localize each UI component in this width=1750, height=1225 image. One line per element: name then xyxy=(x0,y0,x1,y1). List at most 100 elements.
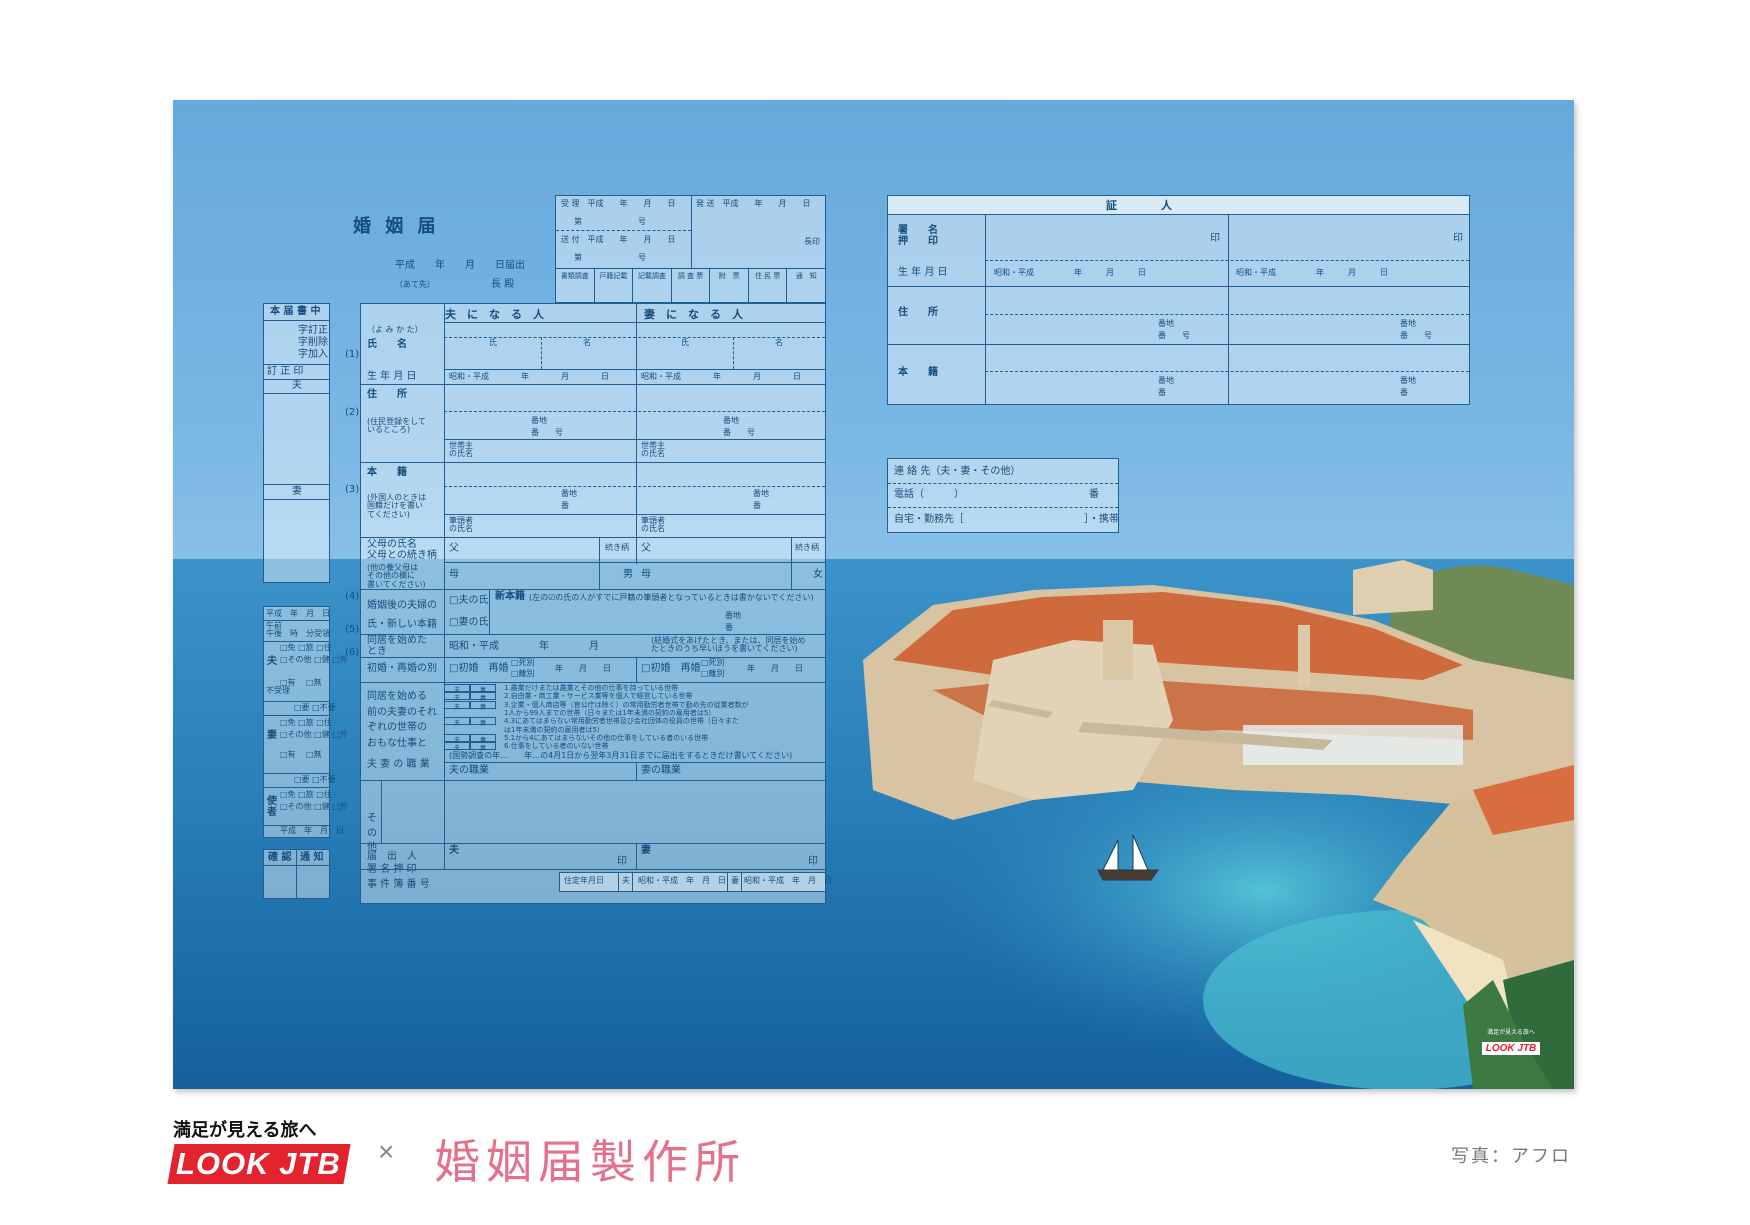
wife-honseki-ban: 番 xyxy=(753,501,761,510)
row-first-marriage: 初婚・再婚の別 xyxy=(367,663,437,674)
wife-death[interactable]: □死別 xyxy=(701,658,725,667)
badge-logo: LOOK JTB xyxy=(1481,1042,1541,1056)
husband-divorce-date: 年 月 日 xyxy=(555,664,611,673)
wife-setainushi: 世帯主 の氏名 xyxy=(641,441,665,459)
residence-h-date: 昭和・平成 年 月 日 xyxy=(638,876,726,885)
reception-col: 通 知 xyxy=(786,268,825,302)
witness1-birth: 昭和・平成 年 月 日 xyxy=(994,268,1146,277)
wife-surname-check[interactable]: □妻の氏 xyxy=(449,617,488,629)
residence-w: 妻 xyxy=(731,876,739,885)
wife-mother: 母 xyxy=(641,569,651,580)
work-wife-box[interactable]: 妻 xyxy=(470,717,496,727)
wife-divorce[interactable]: □離別 xyxy=(701,669,725,678)
panel-husband: 夫 xyxy=(292,380,302,391)
work-option[interactable]: 夫妻 4.3にあてはまらない常用勤労者世帯及び会社団体の役員の世帯（日々また xyxy=(444,717,824,727)
wife-female: 女 xyxy=(813,569,823,580)
work-husband-box[interactable]: 夫 xyxy=(444,700,470,711)
husband-birth: 昭和・平成 年 月 日 xyxy=(449,372,609,381)
parents-note: (他の養父母は その他の欄に 書いてください) xyxy=(367,563,426,589)
reception-no2: 第 号 xyxy=(574,253,646,262)
work-wife-box[interactable]: 妻 xyxy=(470,700,496,711)
jtb-badge: 満足が見える旅へ LOOK JTB xyxy=(1475,1029,1547,1062)
witness2-banchi: 番地 xyxy=(1400,319,1416,328)
receipt-panel: 平成 年 月 日 午前 午後 時 分受領 夫 □免 □旅 □住 □その他 □健 … xyxy=(263,606,348,838)
panel-head: 本 届 書 中 xyxy=(270,306,321,317)
row-address: 住 所 xyxy=(367,389,407,400)
work-wife-box[interactable]: 妻 xyxy=(470,692,496,702)
side-num-2: (2) xyxy=(345,407,360,418)
col-wife: 妻 に な る 人 xyxy=(644,308,743,321)
reception-col: 記載調査 xyxy=(632,268,671,302)
work-option-text: 6.仕事をしている者のいない世帯 xyxy=(504,742,609,751)
work-husband-box[interactable]: 夫 xyxy=(444,684,470,694)
work-husband-box[interactable]: 夫 xyxy=(444,717,470,727)
residence-h: 夫 xyxy=(622,876,630,885)
work-wife-box xyxy=(470,726,496,734)
receipt-messenger: 使 者 xyxy=(267,796,277,818)
work-options: 夫妻 1.農業だけまたは農業とその他の仕事を持っている世帯夫妻 2.自由業・商工業・… xyxy=(444,684,824,752)
receipt-yes-w: □有 xyxy=(280,750,296,759)
witness-birth: 生 年 月 日 xyxy=(898,267,948,278)
husband-first-marriage[interactable]: □初婚 再婚 xyxy=(449,663,508,675)
reception-col: 調 査 票 xyxy=(670,268,710,302)
wife-ban: 番 号 xyxy=(723,428,755,437)
form-title: 婚 姻 届 xyxy=(353,216,440,237)
work-husband-box xyxy=(444,709,470,717)
work-wife-box[interactable]: 妻 xyxy=(470,684,496,694)
husband-mei: 名 xyxy=(583,338,591,347)
new-honseki-ban: 番 xyxy=(725,623,733,632)
residence-w-date: 昭和・平成 年 月 日 xyxy=(744,876,832,885)
witness-title: 証 人 xyxy=(1106,199,1172,212)
husband-setainushi: 世帯主 の氏名 xyxy=(449,441,473,459)
new-honseki-label: 新本籍 xyxy=(495,591,525,602)
wife-honseki-banchi: 番地 xyxy=(753,489,769,498)
husband-mother: 母 xyxy=(449,569,459,580)
husband-surname-check[interactable]: □夫の氏 xyxy=(449,595,488,607)
residence-date-label: 住定年月日 xyxy=(564,876,604,885)
cohabit-date: 昭和・平成 年 月 xyxy=(449,641,599,652)
reception-col: 書類調査 xyxy=(560,272,589,280)
marriage-form-poster: 本 届 書 中 字訂正 字削除 字加入 訂 正 印 夫 妻 平成 年 月 日 午… xyxy=(173,100,1574,1089)
witness-sign: 署 名 押 印 xyxy=(898,225,938,247)
char-delete: 字削除 xyxy=(298,337,328,348)
work-husband-box[interactable]: 夫 xyxy=(444,742,470,752)
row-parents: 父母の氏名 父母との続き柄 xyxy=(367,539,437,561)
receipt-date: 平成 年 月 日 xyxy=(266,609,330,618)
filer-wife: 妻 xyxy=(641,845,651,856)
witness-address: 住 所 xyxy=(898,307,938,318)
work-wife-box[interactable]: 妻 xyxy=(470,742,496,752)
row-job: 夫 妻 の 職 業 xyxy=(367,759,430,770)
side-num-5: (5) xyxy=(345,624,360,635)
receipt-wife: 妻 xyxy=(267,730,277,741)
side-num-1: (1) xyxy=(345,349,360,360)
reception-col: 附 票 xyxy=(709,268,748,302)
wife-first-marriage[interactable]: □初婚 再婚 xyxy=(641,663,700,675)
footer-credit: 写真：アフロ xyxy=(1451,1146,1571,1166)
husband-shi: 氏 xyxy=(489,338,497,347)
row-filer: 届 出 人 署 名 押 印 xyxy=(367,851,417,875)
contact-phone: 電話（ ） 番 xyxy=(894,489,1099,500)
receipt-opts-u2: □その他 □健 □外 xyxy=(280,802,348,811)
receipt-husband: 夫 xyxy=(267,656,277,667)
receipt-opts-h2: □その他 □健 □外 xyxy=(280,655,348,664)
wife-birth: 昭和・平成 年 月 日 xyxy=(641,372,801,381)
reception-dispatch: 発 送 平成 年 月 日 xyxy=(696,199,811,208)
row-sonota: そ の 他 xyxy=(367,813,377,853)
work-option[interactable]: 夫妻 6.仕事をしている者のいない世帯 xyxy=(444,742,824,752)
receipt-opts-w1: □免 □旅 □住 xyxy=(280,718,332,727)
contact-box: 連 絡 先（夫・妻・その他） 電話（ ） 番 自宅・勤務先［ ］・携帯 xyxy=(887,458,1119,533)
wife-shi: 氏 xyxy=(681,338,689,347)
work-option[interactable]: 夫妻 5.1から4にあてはまらないその他の仕事をしている者のいる世帯 xyxy=(444,733,824,744)
husband-divorce[interactable]: □離別 xyxy=(511,669,535,678)
husband-death[interactable]: □死別 xyxy=(511,658,535,667)
work-husband-box[interactable]: 夫 xyxy=(444,692,470,702)
work-wife-box[interactable]: 妻 xyxy=(470,733,496,744)
side-num-6: (6) xyxy=(345,647,360,658)
witness2-birth: 昭和・平成 年 月 日 xyxy=(1236,268,1388,277)
filer-husband: 夫 xyxy=(449,845,459,856)
reception-received: 受 理 平成 年 月 日 xyxy=(561,199,676,208)
footer-tagline: 満足が見える旅へ xyxy=(173,1120,317,1140)
witness2-honseki-ban: 番 xyxy=(1400,388,1408,397)
work-husband-box[interactable]: 夫 xyxy=(444,733,470,744)
honseki-note: (外国人のときは 国籍だけを書い てください) xyxy=(367,493,427,519)
